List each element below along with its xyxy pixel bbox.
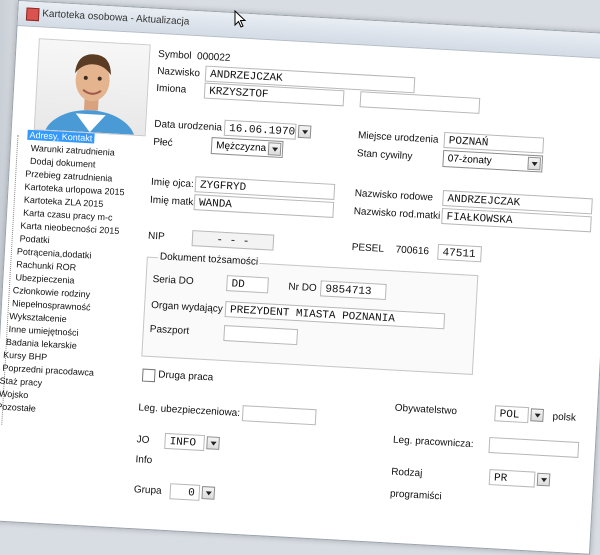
organ-label: Organ wydający xyxy=(150,299,224,315)
tree-item-dodaj-dokument[interactable]: Dodaj dokument xyxy=(30,156,96,170)
employee-photo xyxy=(33,38,151,137)
tree-item-podatki[interactable]: Podatki xyxy=(19,233,50,245)
jo-input[interactable]: INFO xyxy=(164,432,206,452)
data-urodzenia-input[interactable]: 16.06.1970 xyxy=(223,119,297,140)
document-groupbox: Dokument tożsamości Seria DO DD Nr DO 98… xyxy=(141,251,479,375)
tree-item-potracenia[interactable]: Potrącenia,dodatki xyxy=(17,246,92,260)
paszport-label: Paszport xyxy=(149,323,190,338)
obywatelstwo-input[interactable]: POL xyxy=(494,405,530,424)
app-icon xyxy=(25,7,40,22)
druga-praca-label: Druga praca xyxy=(157,369,214,384)
imiona-second-input[interactable] xyxy=(359,91,481,114)
stan-cywilny-select[interactable]: 07-żonaty xyxy=(442,149,544,173)
plec-value: Mężczyzna xyxy=(215,140,267,155)
druga-praca-checkbox[interactable] xyxy=(141,368,156,383)
jo-dropdown-icon[interactable] xyxy=(206,436,220,450)
nr-do-label: Nr DO xyxy=(288,281,318,295)
tree-item-karta-czasu[interactable]: Karta czasu pracy m-c xyxy=(23,208,113,223)
tree-item-wyksztalcenie[interactable]: Wykształcenie xyxy=(9,311,67,324)
pesel-prefix: 700616 xyxy=(395,244,430,258)
tree-item-ubezpieczenia[interactable]: Ubezpieczenia xyxy=(15,272,75,285)
window-title: Kartoteka osobowa - Aktualizacja xyxy=(41,8,190,28)
tree-item-pozostale[interactable]: Pozostałe xyxy=(0,401,36,413)
seria-do-label: Seria DO xyxy=(152,273,194,288)
chevron-down-icon[interactable] xyxy=(267,142,282,156)
tree-item-inne[interactable]: Inne umiejętności xyxy=(8,324,78,338)
leg-pracownicza-label: Leg. pracownicza: xyxy=(392,434,474,451)
imie-matki-label: Imię matki xyxy=(149,194,196,209)
programisci-label: programiści xyxy=(389,488,442,503)
leg-ubezp-label: Leg. ubezpieczeniowa: xyxy=(138,402,241,420)
leg-ubezp-input[interactable] xyxy=(241,405,317,426)
rodzaj-input[interactable]: PR xyxy=(488,469,536,488)
tree-item-staz[interactable]: Staż pracy xyxy=(0,376,42,388)
leg-pracownicza-input[interactable] xyxy=(488,436,580,458)
jo-label: JO xyxy=(136,434,150,447)
person-photo-icon xyxy=(43,54,136,137)
nazwisko-rod-matki-label: Nazwisko rod.matki xyxy=(353,206,441,222)
grupa-input[interactable]: 0 xyxy=(169,483,201,501)
nip-input[interactable]: - - - xyxy=(191,230,275,251)
organ-input[interactable]: PREZYDENT MIASTA POZNANIA xyxy=(224,301,446,330)
rodzaj-dropdown-icon[interactable] xyxy=(536,472,551,487)
plec-label: Płeć xyxy=(152,136,173,149)
stan-cywilny-label: Stan cywilny xyxy=(356,148,413,163)
seria-do-input[interactable]: DD xyxy=(226,275,269,294)
tree-item-przebieg[interactable]: Przebieg zatrudnienia xyxy=(25,169,112,184)
obywatelstwo-suffix: polsk xyxy=(552,411,577,424)
pesel-label: PESEL xyxy=(351,242,385,255)
plec-select[interactable]: Mężczyzna xyxy=(210,137,284,159)
nazwisko-label: Nazwisko xyxy=(156,65,201,80)
imiona-label: Imiona xyxy=(155,82,187,96)
tree-item-wojsko[interactable]: Wojsko xyxy=(0,389,29,401)
imie-ojca-label: Imię ojca: xyxy=(150,176,195,191)
nip-label: NIP xyxy=(147,230,165,243)
nr-do-input[interactable]: 9854713 xyxy=(319,280,387,301)
mouse-cursor-icon xyxy=(234,10,247,28)
obywatelstwo-dropdown-icon[interactable] xyxy=(530,408,544,422)
grupa-dropdown-icon[interactable] xyxy=(201,486,216,500)
tree-item-warunki[interactable]: Warunki zatrudnienia xyxy=(30,143,115,158)
document-group-title: Dokument tożsamości xyxy=(157,251,261,268)
miejsce-urodzenia-label: Miejsce urodzenia xyxy=(357,130,439,146)
data-urodzenia-label: Data urodzenia xyxy=(153,118,223,134)
tree-item-kartoteka-zla[interactable]: Kartoteka ZLA 2015 xyxy=(24,195,104,209)
symbol-label: Symbol 000022 xyxy=(157,48,231,64)
tree-item-czlonkowie[interactable]: Członkowie rodziny xyxy=(13,285,91,299)
tree-item-badania[interactable]: Badania lekarskie xyxy=(6,337,77,351)
chevron-down-icon[interactable] xyxy=(527,156,542,171)
obywatelstwo-label: Obywatelstwo xyxy=(394,402,458,418)
info-label: Info xyxy=(135,454,153,467)
grupa-label: Grupa xyxy=(133,484,162,497)
tree-item-kursy-bhp[interactable]: Kursy BHP xyxy=(3,350,48,362)
nazwisko-rodowe-label: Nazwisko rodowe xyxy=(354,188,434,204)
tree-item-niepelnosprawnosc[interactable]: Niepełnosprawność xyxy=(12,298,91,312)
pesel-input[interactable]: 47511 xyxy=(437,243,482,263)
tree-item-rachunki[interactable]: Rachunki ROR xyxy=(16,259,76,272)
paszport-input[interactable] xyxy=(223,325,299,346)
date-dropdown-icon[interactable] xyxy=(297,124,312,139)
rodzaj-label: Rodzaj xyxy=(390,466,423,480)
window: Kartoteka osobowa - Aktualizacja Adresy,… xyxy=(0,0,600,555)
symbol-value: 000022 xyxy=(196,51,231,64)
stan-cywilny-value: 07-żonaty xyxy=(447,153,492,167)
